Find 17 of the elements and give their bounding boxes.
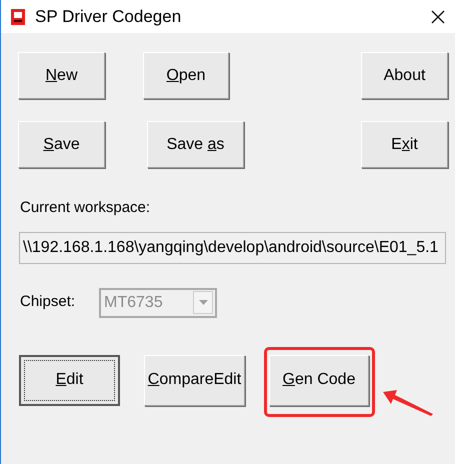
chipset-label: Chipset: [20,292,76,312]
workspace-field[interactable]: \\192.168.1.168\yangqing\develop\android\source\E01_5.1 [19,232,446,264]
close-icon[interactable] [431,10,445,24]
dialog-button[interactable]: Save [18,121,105,168]
dialog-button[interactable]: New [18,52,105,99]
window-title: SP Driver Codegen [35,6,182,28]
dialog-button[interactable]: Open [143,52,229,99]
pointer-arrow [383,390,433,416]
action-button[interactable]: Gen Code [269,354,369,406]
action-button[interactable]: CompareEdit [144,354,245,406]
action-button[interactable]: Edit [19,354,120,406]
dialog-button[interactable]: Exit [361,121,448,168]
workspace-label: Current workspace: [20,198,152,218]
app-icon [11,8,25,24]
caret-icon [198,300,208,305]
dialog-button[interactable]: Save as [147,121,244,168]
dialog-button[interactable]: About [361,52,448,99]
